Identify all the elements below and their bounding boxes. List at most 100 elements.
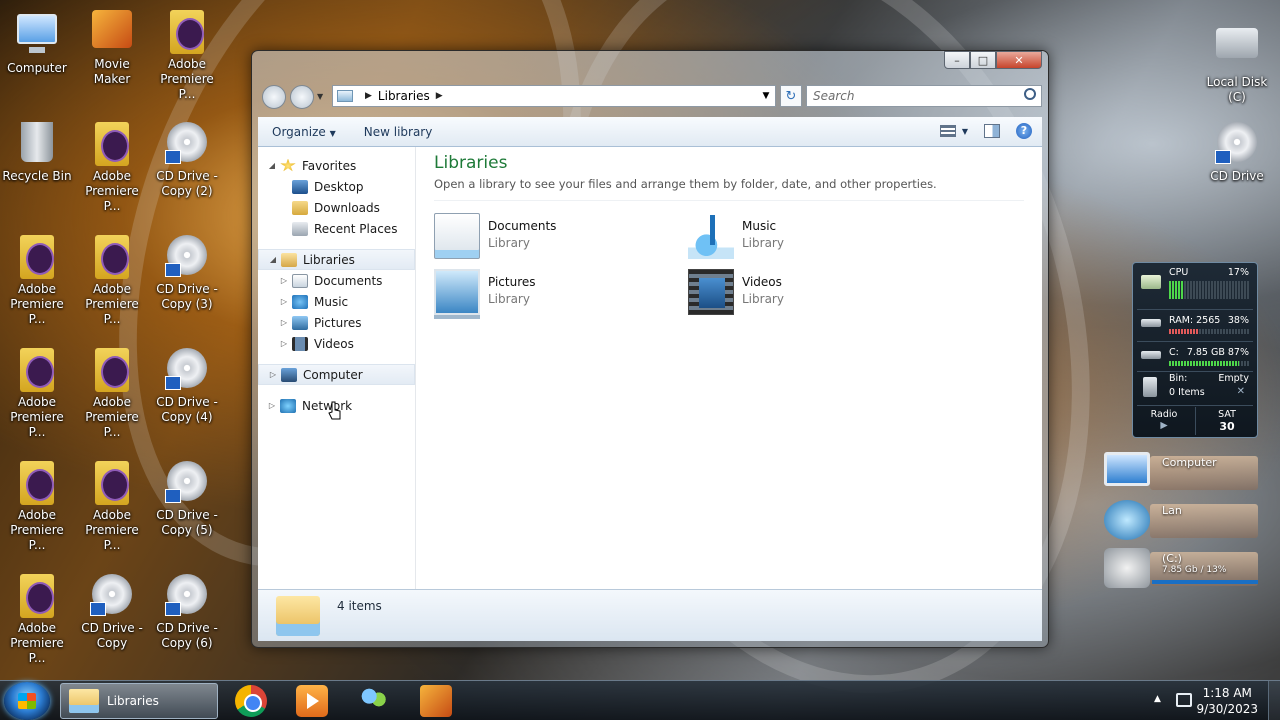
desktop-icon-premiere[interactable]: Adobe Premiere P... [75,348,149,440]
premiere-icon [15,235,59,279]
page-subtitle: Open a library to see your files and arr… [434,177,1024,201]
desktop-icon-premiere[interactable]: Adobe Premiere P... [0,574,74,666]
nav-videos[interactable]: ▷ Videos [258,333,415,354]
libraries-icon [281,252,297,267]
nav-downloads[interactable]: Downloads [258,197,415,218]
address-bar[interactable]: ▶ Libraries ▶ ▼ [332,85,776,107]
drive-card[interactable]: (C:) 7.85 Gb / 13% [1104,548,1258,588]
desktop-icon-premiere[interactable]: Adobe Premiere P... [75,122,149,214]
people-icon[interactable] [358,685,390,717]
cpu-meter [1169,281,1249,299]
play-icon: ▶ [1160,420,1168,431]
empty-bin-icon[interactable]: ✕ [1237,386,1245,397]
library-music[interactable]: Music Library [688,213,918,263]
premiere-icon [90,461,134,505]
cpu-icon [1141,275,1161,289]
desktop-icon-premiere[interactable]: Adobe Premiere P... [0,461,74,553]
star-icon [280,158,296,172]
hard-disk-icon [1104,548,1150,588]
desktop-icon-premiere[interactable]: Adobe Premiere P... [0,235,74,327]
nav-libraries[interactable]: ◢ Libraries [258,249,415,270]
recycle-bin-icon [15,122,59,166]
desktop-icon-premiere[interactable]: Adobe Premiere P... [0,348,74,440]
desktop-icon-premiere[interactable]: Adobe Premiere P... [75,235,149,327]
radio-button[interactable]: Radio ▶ [1133,409,1195,431]
address-dropdown[interactable]: ▼ [757,86,775,106]
help-button[interactable]: ? [1016,123,1032,139]
close-button[interactable]: ✕ [996,51,1042,69]
preview-pane-button[interactable] [984,124,1000,138]
desktop-icon-cd-drive[interactable]: CD Drive - Copy (2) [150,122,224,199]
clock[interactable]: 1:18 AM 9/30/2023 [1196,685,1258,717]
breadcrumb-libraries[interactable]: Libraries [378,89,430,103]
pictures-icon [292,315,308,330]
desktop-icon-local-disk[interactable]: Local Disk (C) [1200,22,1274,105]
computer-card[interactable]: Computer [1104,452,1258,492]
chrome-icon[interactable] [235,685,267,717]
forward-button[interactable] [290,85,314,109]
media-player-icon[interactable] [296,685,328,717]
page-title: Libraries [434,153,508,173]
back-button[interactable] [262,85,286,109]
refresh-button[interactable]: ↻ [780,85,802,107]
desktop-icon-cd-drive[interactable]: CD Drive [1200,122,1274,184]
libraries-folder-icon [337,90,353,102]
nav-favorites[interactable]: ◢ Favorites [258,155,415,176]
taskbar-libraries[interactable]: Libraries [60,683,218,719]
show-desktop-button[interactable] [1268,681,1280,720]
minimize-button[interactable]: – [944,51,970,69]
cd-drive-icon [1215,122,1259,166]
network-tray-icon[interactable] [1176,693,1192,707]
new-library-button[interactable]: New library [350,125,447,139]
library-documents[interactable]: Documents Library [434,213,664,263]
show-hidden-icons-button[interactable]: ▲ [1154,694,1161,704]
desktop-icon-cd-drive[interactable]: CD Drive - Copy (6) [150,574,224,651]
desktop-icon-premiere[interactable]: Adobe Premiere P... [75,461,149,553]
breadcrumb-separator-icon[interactable]: ▶ [436,91,443,101]
recycle-bin-icon [1143,377,1157,397]
nav-desktop[interactable]: Desktop [258,176,415,197]
library-pictures[interactable]: Pictures Library [434,269,664,319]
start-button[interactable] [4,682,50,720]
libraries-folder-icon [69,689,99,713]
music-library-icon [688,213,734,259]
documents-icon [292,273,308,288]
organize-button[interactable]: Organize ▼ [258,125,350,139]
search-icon[interactable] [1024,88,1036,100]
nav-music[interactable]: ▷ Music [258,291,415,312]
pictures-library-icon [434,269,480,315]
nav-documents[interactable]: ▷ Documents [258,270,415,291]
desktop-icon-computer[interactable]: Computer [0,10,74,76]
monitor-icon [1104,452,1150,486]
cd-drive-icon [165,122,209,166]
system-monitor-gadget[interactable]: CPU 17% RAM: 2565 38% C: 7.85 GB 87% Bin… [1132,262,1258,438]
desktop-icon-cd-drive[interactable]: CD Drive - Copy (4) [150,348,224,425]
library-videos[interactable]: Videos Library [688,269,918,319]
desktop-icon-movie-maker[interactable]: Movie Maker [75,10,149,87]
expand-arrow-icon: ▷ [280,297,288,306]
cd-drive-icon [165,461,209,505]
maximize-button[interactable]: □ [970,51,996,69]
desktop-icon-cd-drive[interactable]: CD Drive - Copy (5) [150,461,224,538]
search-input[interactable]: Search [806,85,1042,107]
expand-arrow-icon: ▷ [269,370,277,379]
desktop-icon-cd-drive[interactable]: CD Drive - Copy (3) [150,235,224,312]
desktop-icon-recycle-bin[interactable]: Recycle Bin [0,122,74,184]
chevron-down-icon[interactable]: ▼ [962,127,968,136]
desktop-icon-cd-drive[interactable]: CD Drive - Copy [75,574,149,651]
premiere-icon [90,122,134,166]
breadcrumb-separator-icon[interactable]: ▶ [365,91,372,101]
nav-recent-places[interactable]: Recent Places [258,218,415,239]
recent-pages-dropdown[interactable]: ▼ [317,92,323,101]
desktop-icon-premiere[interactable]: Adobe Premiere P... [150,10,224,102]
nav-pictures[interactable]: ▷ Pictures [258,312,415,333]
movie-maker-icon[interactable] [420,685,452,717]
lan-card[interactable]: Lan [1104,500,1258,540]
windows-logo-icon [18,693,36,709]
change-view-button[interactable]: ▼ [939,125,968,137]
nav-computer[interactable]: ▷ Computer [258,364,415,385]
explorer-window[interactable]: – □ ✕ ▼ ▶ Libraries ▶ ▼ ↻ Search Organiz… [251,50,1049,648]
music-icon [292,294,308,309]
computer-icon [281,367,297,382]
premiere-icon [90,348,134,392]
